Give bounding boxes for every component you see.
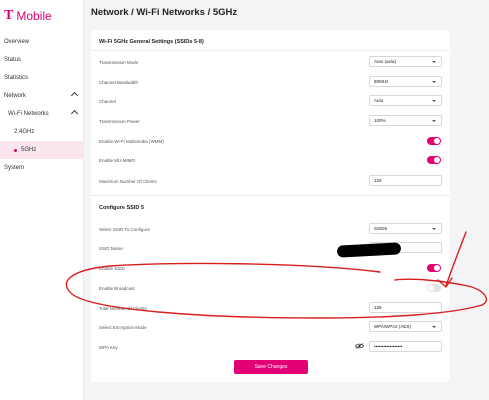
- enable-ssid-toggle[interactable]: [427, 264, 441, 272]
- sidebar-item-wifi-networks[interactable]: Wi-Fi Networks: [0, 105, 84, 123]
- encryption-mode-select[interactable]: WPA/WPA2 (AES): [369, 321, 442, 332]
- chevron-up-icon: [70, 91, 79, 100]
- toggle-knob: [428, 285, 434, 291]
- sidebar-item-label: 5GHz: [21, 147, 37, 153]
- sidebar-item-overview[interactable]: Overview: [0, 33, 84, 51]
- wmm-label: Enable Wi-Fi Multimedia (WMM): [99, 139, 164, 144]
- page-title: Network / Wi-Fi Networks / 5GHz: [91, 7, 238, 18]
- total-clients-label: Total Number Of Clients: [99, 306, 147, 311]
- configure-ssid-title: Configure SSID 5: [99, 205, 144, 211]
- general-settings-title: Wi-Fi 5GHz General Settings (SSIDs 5-8): [99, 39, 204, 45]
- encryption-mode-label: Select Encryption Mode: [99, 325, 147, 330]
- encryption-mode-value: WPA/WPA2 (AES): [374, 324, 411, 329]
- chevron-up-icon: [70, 109, 79, 118]
- transmission-power-value: 100%: [374, 118, 386, 123]
- channel-value: Auto: [374, 98, 384, 103]
- transmission-mode-label: Transmission Mode: [99, 60, 139, 65]
- max-clients-input[interactable]: 128: [369, 175, 442, 186]
- sidebar-item-2-4ghz[interactable]: 2.4GHz: [0, 123, 84, 141]
- wpa-key-label: WPA Key: [99, 345, 118, 350]
- logo-text: Mobile: [16, 9, 52, 23]
- sidebar-item-network[interactable]: Network: [0, 87, 84, 105]
- sidebar-item-label: 2.4GHz: [14, 129, 35, 135]
- mu-mimo-toggle[interactable]: [427, 156, 441, 164]
- chevron-down-icon: [432, 120, 436, 122]
- total-clients-input[interactable]: 128: [369, 302, 442, 313]
- sidebar-item-status[interactable]: Status: [0, 51, 84, 69]
- wmm-toggle[interactable]: [427, 137, 441, 145]
- ssid-name-label: SSID Name: [99, 246, 123, 251]
- transmission-mode-select[interactable]: Auto (ax/a): [369, 56, 442, 67]
- chevron-down-icon: [432, 100, 436, 102]
- divider: [91, 50, 450, 51]
- sidebar-item-label: Statistics: [4, 75, 29, 81]
- select-ssid-value: SSID5: [374, 226, 388, 231]
- sidebar-item-label: Network: [4, 93, 27, 99]
- toggle-knob: [434, 265, 440, 271]
- toggle-knob: [434, 138, 440, 144]
- chevron-down-icon: [432, 326, 436, 328]
- channel-bandwidth-value: 80MHz: [374, 79, 389, 84]
- transmission-power-label: Transmission Power: [99, 119, 140, 124]
- eye-slash-icon[interactable]: [355, 343, 364, 349]
- channel-bandwidth-select[interactable]: 80MHz: [369, 76, 442, 87]
- select-ssid-label: Select SSID To Configure: [99, 227, 150, 232]
- enable-broadcast-toggle[interactable]: [427, 284, 441, 292]
- sidebar-item-label: Status: [4, 57, 22, 63]
- settings-panel: Wi-Fi 5GHz General Settings (SSIDs 5-8) …: [91, 30, 450, 382]
- enable-ssid-label: Enable SSID: [99, 266, 125, 271]
- select-ssid-select[interactable]: SSID5: [369, 223, 442, 234]
- sidebar-item-label: Overview: [4, 39, 30, 45]
- toggle-knob: [434, 157, 440, 163]
- channel-select[interactable]: Auto: [369, 95, 442, 106]
- sidebar-item-5ghz[interactable]: 5GHz: [0, 141, 84, 159]
- max-clients-label: Maximum Number Of Clients: [99, 179, 157, 184]
- sidebar-item-statistics[interactable]: Statistics: [0, 69, 84, 87]
- divider: [91, 195, 450, 196]
- sidebar-item-label: Wi-Fi Networks: [8, 111, 49, 117]
- transmission-mode-value: Auto (ax/a): [374, 59, 397, 64]
- chevron-down-icon: [432, 81, 436, 83]
- mu-mimo-label: Enable MU-MIMO: [99, 158, 136, 163]
- chevron-down-icon: [432, 228, 436, 230]
- sidebar: T Mobile Overview Status Statistics Netw…: [0, 0, 84, 400]
- enable-broadcast-label: Enable Broadcast: [99, 286, 135, 291]
- wpa-key-input[interactable]: ••••••••••••••••••: [369, 341, 442, 352]
- chevron-down-icon: [432, 61, 436, 63]
- logo-mark: T: [4, 8, 14, 23]
- t-mobile-logo[interactable]: T Mobile: [4, 8, 52, 24]
- channel-label: Channel: [99, 99, 116, 104]
- save-changes-button[interactable]: Save Changes: [234, 360, 308, 374]
- sidebar-item-system[interactable]: System: [0, 159, 84, 177]
- active-dot-icon: [14, 148, 17, 152]
- transmission-power-select[interactable]: 100%: [369, 115, 442, 126]
- sidebar-item-label: System: [4, 165, 25, 171]
- channel-bandwidth-label: Channel Bandwidth: [99, 80, 139, 85]
